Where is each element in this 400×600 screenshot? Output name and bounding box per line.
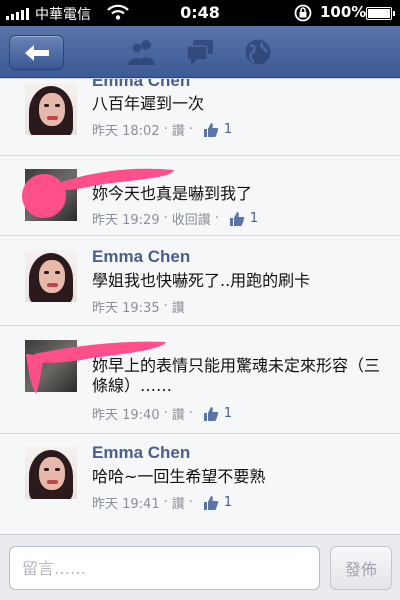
thumbs-up-icon <box>203 122 219 137</box>
navigation-bar <box>0 26 400 78</box>
unlike-link[interactable]: 收回讚 <box>172 209 211 228</box>
comment-text: 八百年遲到一次 <box>92 94 205 113</box>
comment-composer: 發佈 <box>0 534 400 600</box>
comment-item: 妳早上的表情只能用驚魂未定來形容（三條線）…… 昨天 19:40 · 讚 · 1 <box>0 326 400 434</box>
thumbs-up-icon <box>229 211 245 226</box>
publish-button[interactable]: 發佈 <box>330 546 392 590</box>
comment-meta: 昨天 19:29 · 收回讚 · 1 <box>92 209 259 228</box>
comment-text: 妳今天也真是嚇到我了 <box>92 184 253 203</box>
comment-time: 昨天 19:35 <box>92 301 160 316</box>
thumbs-up-icon <box>203 495 219 510</box>
like-link[interactable]: 讚 <box>172 297 185 316</box>
comment-meta: 昨天 18:02 · 讚 · 1 <box>92 120 233 139</box>
comment-author[interactable]: Emma Chen <box>92 79 190 91</box>
like-count[interactable]: 1 <box>224 122 232 137</box>
comment-text: 妳早上的表情只能用驚魂未定來形容（三條線）…… <box>92 356 381 395</box>
like-count[interactable]: 1 <box>250 211 258 226</box>
comment-time: 昨天 19:40 <box>92 408 160 423</box>
like-count[interactable]: 1 <box>224 495 232 510</box>
comment-text: 哈哈~一回生希望不要熟 <box>92 467 266 486</box>
comment-list[interactable]: Emma Chen 八百年遲到一次 昨天 18:02 · 讚 · 1 妳今天也真… <box>0 78 400 534</box>
comment-meta: 昨天 19:35 · 讚 <box>92 297 185 316</box>
thumbs-up-icon <box>203 406 219 421</box>
comment-author[interactable]: Emma Chen <box>92 247 190 267</box>
like-link[interactable]: 讚 <box>172 120 185 139</box>
comment-meta: 昨天 19:40 · 讚 · 1 <box>92 404 233 423</box>
battery-percent: 100% <box>320 3 367 21</box>
comment-author[interactable]: Emma Chen <box>92 443 190 463</box>
messages-icon[interactable] <box>185 38 215 66</box>
comment-time: 昨天 19:29 <box>92 213 160 228</box>
like-link[interactable]: 讚 <box>172 493 185 512</box>
avatar[interactable] <box>25 447 77 499</box>
friends-icon[interactable] <box>127 38 157 66</box>
comment-text: 學姐我也快嚇死了..用跑的刷卡 <box>92 271 311 290</box>
comment-meta: 昨天 19:41 · 讚 · 1 <box>92 493 233 512</box>
comment-item: 妳今天也真是嚇到我了 昨天 19:29 · 收回讚 · 1 <box>0 156 400 236</box>
status-bar: 中華電信 0:48 100% <box>0 0 400 26</box>
comment-time: 昨天 18:02 <box>92 124 160 139</box>
back-arrow-icon <box>25 45 49 61</box>
rotation-lock-icon <box>294 4 312 22</box>
comment-item: Emma Chen 學姐我也快嚇死了..用跑的刷卡 昨天 19:35 · 讚 <box>0 236 400 326</box>
comment-time: 昨天 19:41 <box>92 497 160 512</box>
like-link[interactable]: 讚 <box>172 404 185 423</box>
battery-icon <box>366 7 395 20</box>
comment-input[interactable] <box>9 546 320 590</box>
comment-item: Emma Chen 八百年遲到一次 昨天 18:02 · 讚 · 1 <box>0 79 400 156</box>
back-button[interactable] <box>9 35 64 70</box>
globe-icon[interactable] <box>243 38 273 66</box>
avatar[interactable] <box>25 83 77 135</box>
comment-item: Emma Chen 哈哈~一回生希望不要熟 昨天 19:41 · 讚 · 1 <box>0 434 400 534</box>
like-count[interactable]: 1 <box>224 406 232 421</box>
avatar[interactable] <box>25 250 77 302</box>
